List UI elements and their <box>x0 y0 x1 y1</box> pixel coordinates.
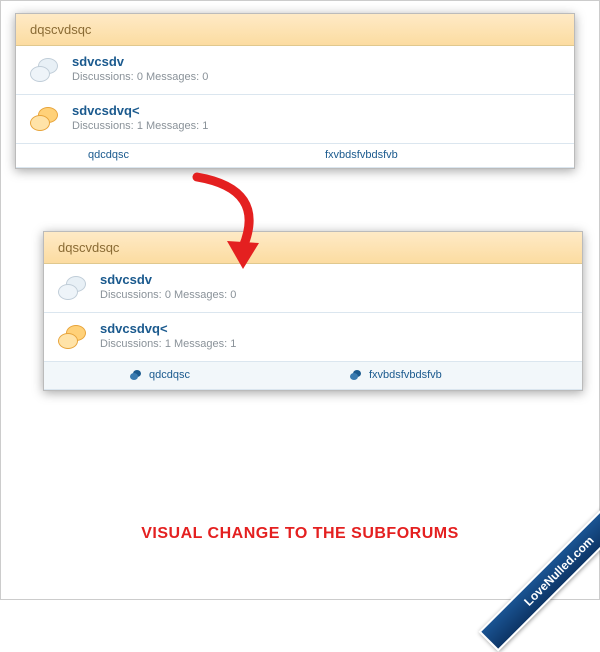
forum-panel-before: dqscvdsqc sdvcsdv Discussions: 0 Message… <box>15 13 575 169</box>
forum-row: sdvcsdvq< Discussions: 1 Messages: 1 <box>44 313 582 361</box>
forum-row: sdvcsdv Discussions: 0 Messages: 0 <box>44 264 582 313</box>
panel-header: dqscvdsqc <box>44 232 582 264</box>
forum-stats: Discussions: 0 Messages: 0 <box>100 289 570 301</box>
chat-icon <box>350 370 363 381</box>
subforum-link[interactable]: qdcdqsc <box>149 369 190 381</box>
forum-row: sdvcsdvq< Discussions: 1 Messages: 1 <box>16 95 574 144</box>
forum-body: sdvcsdvq< Discussions: 1 Messages: 1 <box>100 321 570 350</box>
speech-bubbles-icon <box>28 103 64 135</box>
subforum-link[interactable]: fxvbdsfvbdsfvb <box>369 369 442 381</box>
forum-title-link[interactable]: sdvcsdvq< <box>100 321 570 336</box>
forum-panel-after: dqscvdsqc sdvcsdv Discussions: 0 Message… <box>43 231 583 391</box>
watermark-ribbon[interactable]: LoveNulled.com <box>478 490 600 651</box>
subforum-row-before: qdcdqsc fxvbdsfvbdsfvb <box>16 144 574 168</box>
forum-body: sdvcsdv Discussions: 0 Messages: 0 <box>72 54 562 83</box>
speech-bubbles-icon <box>56 321 92 353</box>
forum-row: sdvcsdv Discussions: 0 Messages: 0 <box>16 46 574 95</box>
forum-body: sdvcsdv Discussions: 0 Messages: 0 <box>100 272 570 301</box>
chat-icon <box>130 370 143 381</box>
forum-title-link[interactable]: sdvcsdv <box>72 54 562 69</box>
forum-title-link[interactable]: sdvcsdv <box>100 272 570 287</box>
subforum-link[interactable]: qdcdqsc <box>88 149 129 161</box>
forum-title-link[interactable]: sdvcsdvq< <box>72 103 562 118</box>
forum-stats: Discussions: 0 Messages: 0 <box>72 71 562 83</box>
forum-stats: Discussions: 1 Messages: 1 <box>72 120 562 132</box>
subforum-cell: qdcdqsc <box>130 369 350 381</box>
caption-text: VISUAL CHANGE TO THE SUBFORUMS <box>1 525 599 543</box>
forum-body: sdvcsdvq< Discussions: 1 Messages: 1 <box>72 103 562 132</box>
subforum-cell: fxvbdsfvbdsfvb <box>350 369 570 381</box>
panel-header: dqscvdsqc <box>16 14 574 46</box>
subforum-cell: qdcdqsc <box>88 149 325 161</box>
subforum-link[interactable]: fxvbdsfvbdsfvb <box>325 149 398 161</box>
forum-stats: Discussions: 1 Messages: 1 <box>100 338 570 350</box>
subforum-cell: fxvbdsfvbdsfvb <box>325 149 562 161</box>
speech-bubbles-icon <box>56 272 92 304</box>
subforum-row-after: qdcdqsc fxvbdsfvbdsfvb <box>44 361 582 390</box>
speech-bubbles-icon <box>28 54 64 86</box>
